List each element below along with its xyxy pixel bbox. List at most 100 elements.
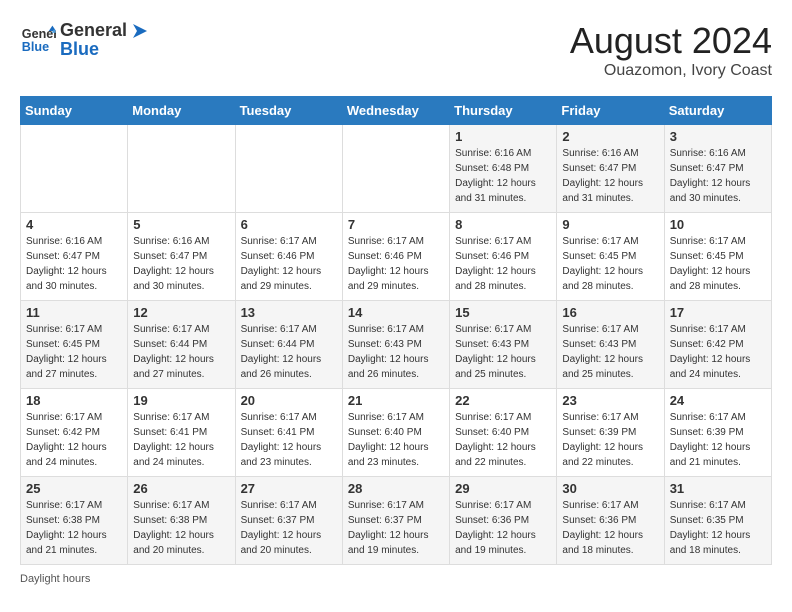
calendar-table: SundayMondayTuesdayWednesdayThursdayFrid… — [20, 96, 772, 565]
day-info: Sunrise: 6:17 AM Sunset: 6:46 PM Dayligh… — [348, 234, 444, 294]
calendar-cell: 3 Sunrise: 6:16 AM Sunset: 6:47 PM Daylig… — [664, 125, 771, 213]
day-info: Sunrise: 6:17 AM Sunset: 6:44 PM Dayligh… — [133, 322, 229, 382]
day-number: 30 — [562, 481, 658, 496]
day-number: 15 — [455, 305, 551, 320]
header-thursday: Thursday — [450, 97, 557, 125]
day-info: Sunrise: 6:16 AM Sunset: 6:47 PM Dayligh… — [133, 234, 229, 294]
logo: General Blue General Blue — [20, 20, 147, 60]
day-info: Sunrise: 6:17 AM Sunset: 6:40 PM Dayligh… — [348, 410, 444, 470]
calendar-cell — [235, 125, 342, 213]
day-info: Sunrise: 6:17 AM Sunset: 6:45 PM Dayligh… — [670, 234, 766, 294]
calendar-cell: 2Sunrise: 6:16 AM Sunset: 6:47 PM Daylig… — [557, 125, 664, 213]
day-number: 5 — [133, 217, 229, 232]
day-info: Sunrise: 6:17 AM Sunset: 6:45 PM Dayligh… — [26, 322, 122, 382]
calendar-cell: 24 Sunrise: 6:17 AM Sunset: 6:39 PM Dayli… — [664, 389, 771, 477]
day-info: Sunrise: 6:17 AM Sunset: 6:43 PM Dayligh… — [348, 322, 444, 382]
day-number: 17 — [670, 305, 766, 320]
calendar-cell: 16Sunrise: 6:17 AM Sunset: 6:43 PM Dayli… — [557, 301, 664, 389]
day-number: 29 — [455, 481, 551, 496]
day-number: 12 — [133, 305, 229, 320]
calendar-cell: 1 Sunrise: 6:16 AM Sunset: 6:48 PM Daylig… — [450, 125, 557, 213]
calendar-cell: 14 Sunrise: 6:17 AM Sunset: 6:43 PM Dayli… — [342, 301, 449, 389]
day-number: 10 — [670, 217, 766, 232]
header-monday: Monday — [128, 97, 235, 125]
calendar-cell: 31Sunrise: 6:17 AM Sunset: 6:35 PM Dayli… — [664, 477, 771, 565]
week-row-3: 18 Sunrise: 6:17 AM Sunset: 6:42 PM Dayli… — [21, 389, 772, 477]
header-wednesday: Wednesday — [342, 97, 449, 125]
calendar-cell: 9 Sunrise: 6:17 AM Sunset: 6:45 PM Daylig… — [557, 213, 664, 301]
week-row-4: 25 Sunrise: 6:17 AM Sunset: 6:38 PM Dayli… — [21, 477, 772, 565]
day-number: 22 — [455, 393, 551, 408]
day-info: Sunrise: 6:17 AM Sunset: 6:38 PM Dayligh… — [26, 498, 122, 558]
week-row-2: 11 Sunrise: 6:17 AM Sunset: 6:45 PM Dayli… — [21, 301, 772, 389]
day-number: 18 — [26, 393, 122, 408]
header-friday: Friday — [557, 97, 664, 125]
day-number: 24 — [670, 393, 766, 408]
day-info: Sunrise: 6:17 AM Sunset: 6:45 PM Dayligh… — [562, 234, 658, 294]
calendar-cell: 15 Sunrise: 6:17 AM Sunset: 6:43 PM Dayli… — [450, 301, 557, 389]
day-number: 3 — [670, 129, 766, 144]
title-block: August 2024 Ouazomon, Ivory Coast — [570, 20, 772, 80]
day-info: Sunrise: 6:17 AM Sunset: 6:43 PM Dayligh… — [562, 322, 658, 382]
day-info: Sunrise: 6:17 AM Sunset: 6:41 PM Dayligh… — [133, 410, 229, 470]
logo-blue: Blue — [60, 39, 147, 60]
calendar-cell: 7Sunrise: 6:17 AM Sunset: 6:46 PM Daylig… — [342, 213, 449, 301]
calendar-cell: 27 Sunrise: 6:17 AM Sunset: 6:37 PM Dayli… — [235, 477, 342, 565]
calendar-cell — [128, 125, 235, 213]
month-title: August 2024 — [570, 20, 772, 62]
header-tuesday: Tuesday — [235, 97, 342, 125]
calendar-cell: 23Sunrise: 6:17 AM Sunset: 6:39 PM Dayli… — [557, 389, 664, 477]
day-number: 6 — [241, 217, 337, 232]
day-number: 1 — [455, 129, 551, 144]
day-number: 13 — [241, 305, 337, 320]
day-info: Sunrise: 6:17 AM Sunset: 6:36 PM Dayligh… — [455, 498, 551, 558]
day-number: 14 — [348, 305, 444, 320]
day-info: Sunrise: 6:17 AM Sunset: 6:41 PM Dayligh… — [241, 410, 337, 470]
day-number: 9 — [562, 217, 658, 232]
day-info: Sunrise: 6:17 AM Sunset: 6:46 PM Dayligh… — [455, 234, 551, 294]
logo-arrow-icon — [129, 22, 147, 40]
day-number: 25 — [26, 481, 122, 496]
day-info: Sunrise: 6:17 AM Sunset: 6:43 PM Dayligh… — [455, 322, 551, 382]
calendar-cell: 10 Sunrise: 6:17 AM Sunset: 6:45 PM Dayli… — [664, 213, 771, 301]
calendar-cell: 30Sunrise: 6:17 AM Sunset: 6:36 PM Dayli… — [557, 477, 664, 565]
day-info: Sunrise: 6:17 AM Sunset: 6:42 PM Dayligh… — [670, 322, 766, 382]
svg-text:Blue: Blue — [22, 40, 49, 54]
day-number: 20 — [241, 393, 337, 408]
calendar-cell: 12 Sunrise: 6:17 AM Sunset: 6:44 PM Dayli… — [128, 301, 235, 389]
calendar-cell: 18 Sunrise: 6:17 AM Sunset: 6:42 PM Dayli… — [21, 389, 128, 477]
footer-label: Daylight hours — [20, 573, 772, 585]
calendar-cell: 13Sunrise: 6:17 AM Sunset: 6:44 PM Dayli… — [235, 301, 342, 389]
location: Ouazomon, Ivory Coast — [570, 62, 772, 80]
calendar-cell: 26 Sunrise: 6:17 AM Sunset: 6:38 PM Dayli… — [128, 477, 235, 565]
day-info: Sunrise: 6:16 AM Sunset: 6:47 PM Dayligh… — [562, 146, 658, 206]
day-info: Sunrise: 6:17 AM Sunset: 6:37 PM Dayligh… — [241, 498, 337, 558]
day-info: Sunrise: 6:16 AM Sunset: 6:47 PM Dayligh… — [670, 146, 766, 206]
day-info: Sunrise: 6:16 AM Sunset: 6:48 PM Dayligh… — [455, 146, 551, 206]
calendar-cell: 22Sunrise: 6:17 AM Sunset: 6:40 PM Dayli… — [450, 389, 557, 477]
day-info: Sunrise: 6:17 AM Sunset: 6:39 PM Dayligh… — [562, 410, 658, 470]
header-sunday: Sunday — [21, 97, 128, 125]
day-info: Sunrise: 6:17 AM Sunset: 6:42 PM Dayligh… — [26, 410, 122, 470]
day-info: Sunrise: 6:16 AM Sunset: 6:47 PM Dayligh… — [26, 234, 122, 294]
day-number: 4 — [26, 217, 122, 232]
calendar-cell: 5 Sunrise: 6:16 AM Sunset: 6:47 PM Daylig… — [128, 213, 235, 301]
day-info: Sunrise: 6:17 AM Sunset: 6:39 PM Dayligh… — [670, 410, 766, 470]
day-number: 21 — [348, 393, 444, 408]
calendar-cell: 25 Sunrise: 6:17 AM Sunset: 6:38 PM Dayli… — [21, 477, 128, 565]
calendar-cell — [21, 125, 128, 213]
calendar-cell: 4 Sunrise: 6:16 AM Sunset: 6:47 PM Daylig… — [21, 213, 128, 301]
day-info: Sunrise: 6:17 AM Sunset: 6:38 PM Dayligh… — [133, 498, 229, 558]
calendar-cell: 29 Sunrise: 6:17 AM Sunset: 6:36 PM Dayli… — [450, 477, 557, 565]
day-number: 19 — [133, 393, 229, 408]
day-number: 11 — [26, 305, 122, 320]
calendar-cell: 28Sunrise: 6:17 AM Sunset: 6:37 PM Dayli… — [342, 477, 449, 565]
header: General Blue General Blue August 2024 Ou… — [20, 20, 772, 80]
day-number: 27 — [241, 481, 337, 496]
day-info: Sunrise: 6:17 AM Sunset: 6:37 PM Dayligh… — [348, 498, 444, 558]
logo-general: General — [60, 20, 127, 41]
calendar-header-row: SundayMondayTuesdayWednesdayThursdayFrid… — [21, 97, 772, 125]
day-info: Sunrise: 6:17 AM Sunset: 6:46 PM Dayligh… — [241, 234, 337, 294]
day-number: 26 — [133, 481, 229, 496]
calendar-cell: 11 Sunrise: 6:17 AM Sunset: 6:45 PM Dayli… — [21, 301, 128, 389]
